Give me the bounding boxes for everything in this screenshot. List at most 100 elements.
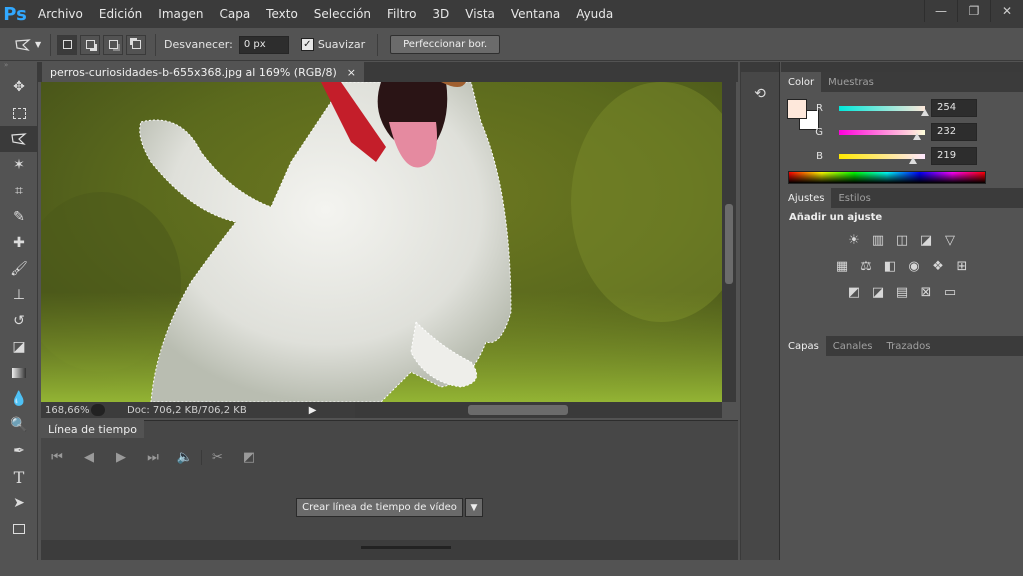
channel-g-slider[interactable] [839,129,925,140]
photoshop-logo: Ps [3,3,27,25]
new-selection-button[interactable] [57,34,77,55]
subtract-selection-button[interactable] [103,34,123,55]
menu-ventana[interactable]: Ventana [503,0,568,28]
blur-tool-icon[interactable]: 💧 [0,386,38,412]
transition-icon[interactable]: ◩ [233,450,265,465]
channel-r-value[interactable]: 254 [931,99,977,117]
status-info-icon[interactable] [91,404,105,416]
timeline-dropdown-icon[interactable]: ▼ [465,498,483,517]
path-selection-tool-icon[interactable]: ➤ [0,490,38,516]
go-to-first-frame-icon[interactable]: ⏮ [41,450,73,465]
eraser-tool-icon[interactable]: ◪ [0,334,38,360]
split-scissors-icon[interactable]: ✂ [201,449,233,465]
invert-icon[interactable]: ◩ [845,283,863,301]
next-frame-icon[interactable]: ⏭ [137,450,169,465]
history-brush-tool-icon[interactable]: ↺ [0,308,38,334]
menu-imagen[interactable]: Imagen [150,0,211,28]
tool-preset-picker[interactable]: ▼ [14,38,44,52]
tab-canales[interactable]: Canales [826,336,880,356]
channel-mixer-icon[interactable]: ❖ [929,257,947,275]
refine-edge-button[interactable]: Perfeccionar bor. [390,35,501,54]
curves-icon[interactable]: ◫ [893,231,911,249]
tab-estilos[interactable]: Estilos [831,188,877,208]
gradient-tool-icon[interactable] [0,360,38,386]
move-tool-icon[interactable]: ✥ [0,74,38,100]
timeline-tab[interactable]: Línea de tiempo [41,420,144,438]
horizontal-scroll-thumb[interactable] [468,405,568,415]
menu-seleccion[interactable]: Selección [306,0,379,28]
timeline-zoom-slider[interactable] [361,546,451,549]
selective-color-icon[interactable]: ⊠ [917,283,935,301]
menu-3d[interactable]: 3D [424,0,457,28]
status-menu-arrow-icon[interactable]: ▶ [309,405,317,416]
tab-ajustes[interactable]: Ajustes [781,188,832,208]
channel-b-slider[interactable] [839,153,925,164]
menu-ayuda[interactable]: Ayuda [568,0,621,28]
history-panel-icon[interactable]: ⟲ [750,86,770,106]
restore-icon[interactable]: ❐ [957,0,990,22]
create-video-timeline-button[interactable]: Crear línea de tiempo de vídeo [296,498,463,517]
vibrance-icon[interactable]: ▽ [941,231,959,249]
add-selection-button[interactable] [80,34,100,55]
tools-panel: » ✥ ✶ ⌗ ✎ ✚ 🖌 ⊥ ↺ ◪ 💧 🔍 ✒ T ➤ [0,62,38,560]
posterize-icon[interactable]: ◪ [869,283,887,301]
channel-g-slider-handle[interactable] [913,132,922,140]
zoom-level[interactable]: 168,66% [41,405,90,416]
adjustments-heading: Añadir un ajuste [789,212,883,223]
menu-archivo[interactable]: Archivo [30,0,91,28]
brightness-contrast-icon[interactable]: ☀ [845,231,863,249]
color-balance-icon[interactable]: ⚖ [857,257,875,275]
previous-frame-icon[interactable]: ◀ [73,450,105,465]
menu-texto[interactable]: Texto [258,0,306,28]
healing-brush-tool-icon[interactable]: ✚ [0,230,38,256]
levels-icon[interactable]: ▥ [869,231,887,249]
pen-tool-icon[interactable]: ✒ [0,438,38,464]
channel-b-slider-handle[interactable] [908,156,917,164]
dodge-tool-icon[interactable]: 🔍 [0,412,38,438]
menu-edicion[interactable]: Edición [91,0,150,28]
minimize-icon[interactable]: — [924,0,957,22]
crop-tool-icon[interactable]: ⌗ [0,178,38,204]
threshold-icon[interactable]: ▤ [893,283,911,301]
document-tab[interactable]: perros-curiosidades-b-655x368.jpg al 169… [42,62,365,82]
intersect-selection-button[interactable] [126,34,146,55]
marquee-tool-icon[interactable] [0,100,38,126]
channel-b-row: B 219 [781,144,977,168]
collapsed-panel-strip: ⟲ [740,62,780,560]
channel-r-slider[interactable] [839,105,929,116]
lasso-tool-icon[interactable] [0,126,38,152]
document-canvas[interactable] [41,82,722,402]
color-lookup-icon[interactable]: ⊞ [953,257,971,275]
menu-filtro[interactable]: Filtro [379,0,424,28]
gradient-map-icon[interactable]: ▭ [941,283,959,301]
type-tool-icon[interactable]: T [0,464,38,490]
vertical-scroll-thumb[interactable] [725,204,733,284]
clone-stamp-tool-icon[interactable]: ⊥ [0,282,38,308]
feather-input[interactable] [238,35,289,54]
black-white-icon[interactable]: ◧ [881,257,899,275]
tab-trazados[interactable]: Trazados [880,336,938,356]
channel-r-slider-handle[interactable] [920,108,929,116]
tab-capas[interactable]: Capas [781,336,826,356]
eyedropper-tool-icon[interactable]: ✎ [0,204,38,230]
brush-tool-icon[interactable]: 🖌 [0,256,38,282]
channel-g-value[interactable]: 232 [931,123,977,141]
tab-muestras[interactable]: Muestras [821,72,881,92]
close-document-icon[interactable]: × [347,66,356,79]
smooth-checkbox[interactable]: ✓ [300,38,314,51]
close-icon[interactable]: ✕ [990,0,1023,22]
color-panel-tabs: Color Muestras [781,72,1023,92]
menu-vista[interactable]: Vista [457,0,503,28]
magic-wand-tool-icon[interactable]: ✶ [0,152,38,178]
document-title: perros-curiosidades-b-655x368.jpg al 169… [50,65,337,79]
menu-capa[interactable]: Capa [211,0,258,28]
play-icon[interactable]: ▶ [105,450,137,465]
hue-saturation-icon[interactable]: ▦ [833,257,851,275]
tab-color[interactable]: Color [781,72,822,92]
shape-tool-icon[interactable] [0,516,38,542]
audio-icon[interactable]: 🔈 [169,450,201,465]
color-spectrum-ramp[interactable] [788,171,986,184]
exposure-icon[interactable]: ◪ [917,231,935,249]
channel-b-value[interactable]: 219 [931,147,977,165]
photo-filter-icon[interactable]: ◉ [905,257,923,275]
